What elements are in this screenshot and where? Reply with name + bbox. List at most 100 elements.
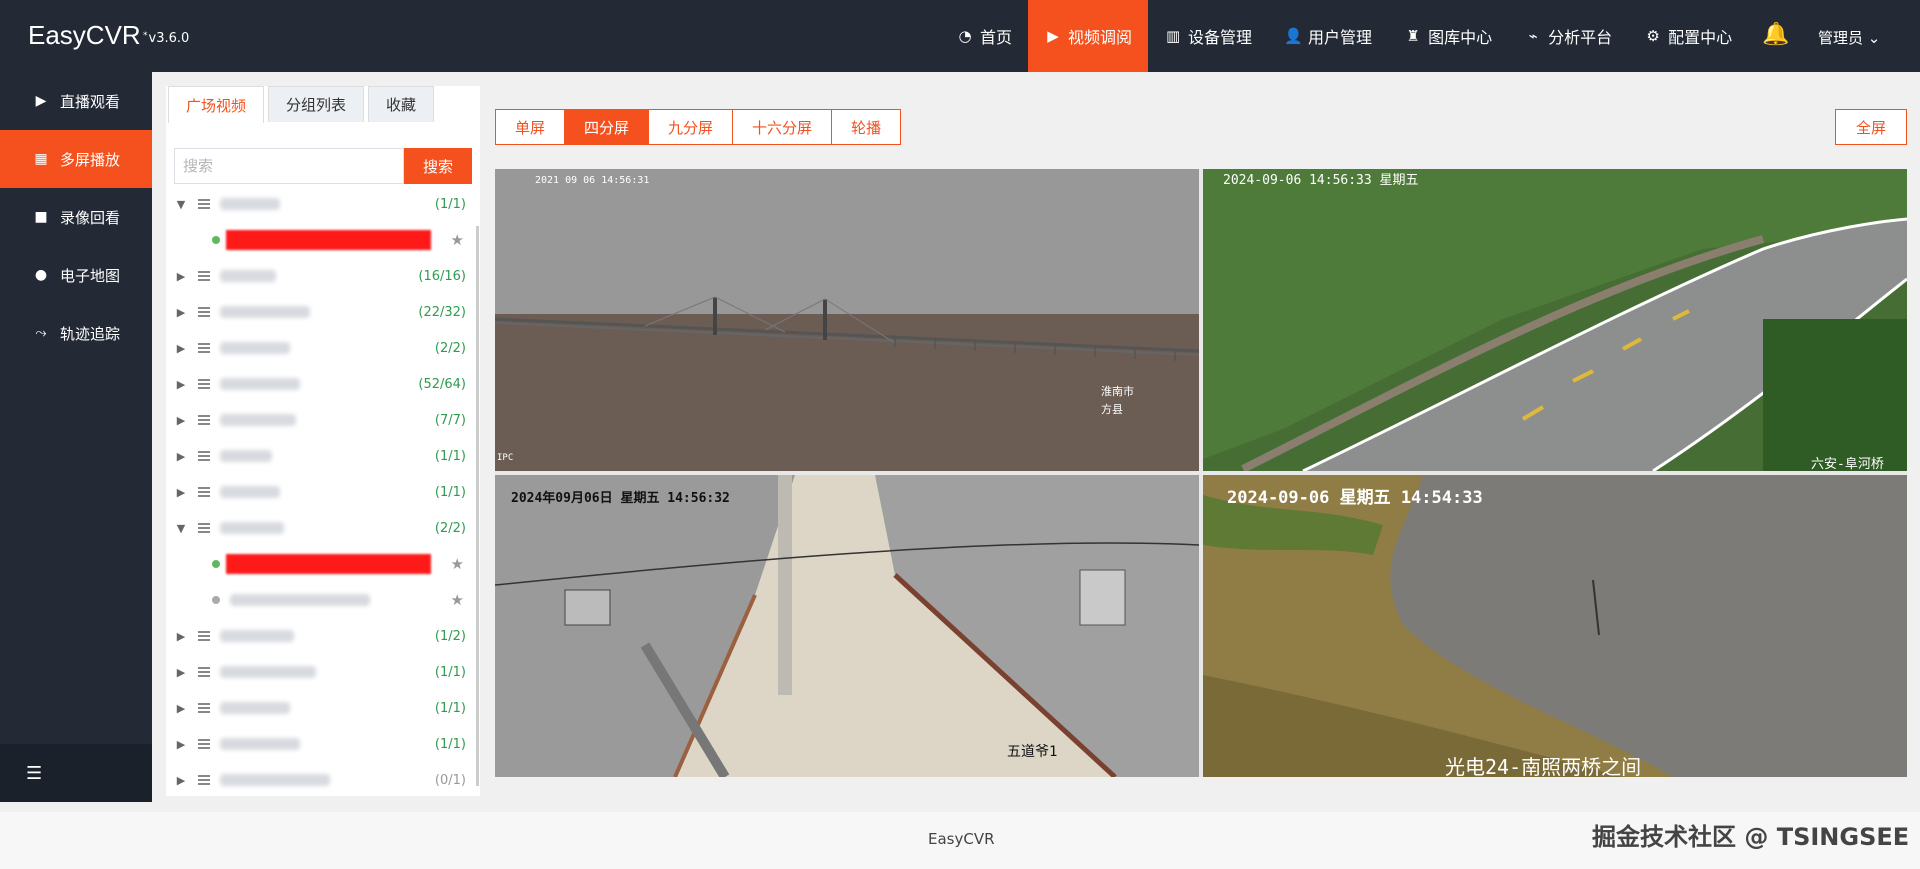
server-icon [198,775,210,785]
fullscreen-button[interactable]: 全屏 [1835,109,1907,145]
tree-node[interactable]: ▶ (1/2) [172,618,472,654]
tab-2[interactable]: 收藏 [368,86,435,122]
sidebar-item-1[interactable]: ▦ 多屏播放 [0,130,152,188]
sidebar-item-label: 电子地图 [60,266,121,285]
layout-button-2[interactable]: 九分屏 [649,109,734,145]
tree-node[interactable]: ▶ (52/64) [172,366,472,402]
search-button[interactable]: 搜索 [404,148,472,184]
redacted-channel-name [226,554,431,574]
nav-item-3[interactable]: 👤 用户管理 [1268,0,1388,72]
redacted-node-name [220,414,296,426]
tree-node[interactable]: ▶ (1/1) [172,690,472,726]
search-row: 搜索 [174,148,472,184]
sidebar-item-0[interactable]: ▶ 直播观看 [0,72,152,130]
nav-item-2[interactable]: ▥ 设备管理 [1148,0,1268,72]
caret-right-icon[interactable]: ▶ [172,342,190,355]
tree-node[interactable]: ▶ (1/1) [172,438,472,474]
user-menu[interactable]: 管理员 ⌄ [1818,27,1880,48]
caret-down-icon[interactable]: ▼ [172,522,190,535]
app-version: v3.6.0 [143,31,190,46]
tree-node[interactable]: ▼ (1/1) [172,186,472,222]
redacted-node-name [220,198,280,210]
cell-3-timestamp: 2024年09月06日 星期五 14:56:32 [511,491,730,506]
nav-item-4[interactable]: ♜ 图库中心 [1388,0,1508,72]
server-icon [198,379,210,389]
redacted-node-name [220,630,294,642]
star-icon[interactable]: ★ [451,231,464,249]
tree-node[interactable]: ▶ (2/2) [172,330,472,366]
tab-0[interactable]: 广场视频 [168,86,265,123]
sidebar-item-label: 录像回看 [60,208,121,227]
app-logo[interactable]: EasyCVR [28,20,141,51]
caret-right-icon[interactable]: ▶ [172,774,190,787]
nav-item-label: 视频调阅 [1068,28,1133,47]
redacted-node-name [220,378,300,390]
redacted-node-name [220,306,310,318]
camera-icon [212,236,220,244]
server-icon [198,631,210,641]
node-count: (2/2) [434,340,466,356]
star-icon[interactable]: ★ [451,555,464,573]
cell-1-caption-city: 淮南市 [1101,385,1134,398]
caret-right-icon[interactable]: ▶ [172,738,190,751]
layout-button-1[interactable]: 四分屏 [565,109,650,145]
caret-down-icon[interactable]: ▼ [172,198,190,211]
nav-item-0[interactable]: ◔ 首页 [940,0,1028,72]
nav-item-5[interactable]: ⌁ 分析平台 [1508,0,1628,72]
layout-switcher: 单屏 四分屏 九分屏 十六分屏 轮播 [495,109,902,145]
nav-item-label: 设备管理 [1188,28,1253,47]
tab-1[interactable]: 分组列表 [268,86,365,122]
sidebar-item-2[interactable]: ■ 录像回看 [0,188,152,246]
user-icon: 👤 [1284,27,1303,45]
tree-channel[interactable]: ★ [172,222,472,258]
redacted-node-name [220,702,290,714]
camera-icon [212,596,220,604]
caret-right-icon[interactable]: ▶ [172,414,190,427]
sidebar-item-4[interactable]: ⤳ 轨迹追踪 [0,304,152,362]
bell-icon[interactable]: 🔔 [1762,22,1789,47]
search-input[interactable] [174,148,404,184]
caret-right-icon[interactable]: ▶ [172,666,190,679]
server-icon [198,523,210,533]
caret-right-icon[interactable]: ▶ [172,450,190,463]
node-count: (1/1) [434,484,466,500]
layout-button-4[interactable]: 轮播 [832,109,902,145]
star-icon[interactable]: ★ [451,591,464,609]
tree-node[interactable]: ▶ (7/7) [172,402,472,438]
tree-scrollbar[interactable] [476,226,479,786]
tree-node[interactable]: ▼ (2/2) [172,510,472,546]
tree-node[interactable]: ▶ (22/32) [172,294,472,330]
layout-button-0[interactable]: 单屏 [495,109,566,145]
video-cell-4[interactable]: 2024-09-06 星期五 14:54:33 光电24-南照两桥之间 [1203,475,1907,777]
tree-node[interactable]: ▶ (16/16) [172,258,472,294]
tree-node[interactable]: ▶ (1/1) [172,726,472,762]
watermark: 掘金技术社区 @ TSINGSEE [1592,823,1910,851]
device-tree: ▼ (1/1) ★ ▶ (16/16) ▶ (22/32) ▶ (2/2) ▶ (52/64) ▶ (7… [172,186,472,798]
nav-item-1[interactable]: ▶ 视频调阅 [1028,0,1149,72]
nav-item-6[interactable]: ⚙ 配置中心 [1628,0,1748,72]
caret-right-icon[interactable]: ▶ [172,702,190,715]
chevron-down-icon: ⌄ [1867,29,1881,47]
video-cell-1[interactable]: 2021 09 06 14:56:31 淮南市 方县 IPC [495,169,1199,471]
video-cell-2[interactable]: 2024-09-06 14:56:33 星期五 六安-阜河桥 [1203,169,1907,471]
tree-node[interactable]: ▶ (0/1) [172,762,472,798]
cell-1-caption-county: 方县 [1101,403,1123,416]
caret-right-icon[interactable]: ▶ [172,630,190,643]
top-bar: EasyCVR v3.6.0 ◔ 首页 ▶ 视频调阅 ▥ 设备管理 👤 用户管理 ♜ 图库中心 ⌁ 分… [0,0,1920,72]
node-count: (1/1) [434,664,466,680]
video-cell-3[interactable]: 2024年09月06日 星期五 14:56:32 五道爷1 [495,475,1199,777]
caret-right-icon[interactable]: ▶ [172,378,190,391]
sidebar-item-3[interactable]: ● 电子地图 [0,246,152,304]
tree-node[interactable]: ▶ (1/1) [172,654,472,690]
caret-right-icon[interactable]: ▶ [172,486,190,499]
tree-channel[interactable]: ★ [172,546,472,582]
layout-button-3[interactable]: 十六分屏 [733,109,833,145]
tree-node[interactable]: ▶ (1/1) [172,474,472,510]
collapse-menu-icon[interactable]: ☰ [0,744,152,802]
cell-4-caption: 光电24-南照两桥之间 [1445,755,1642,777]
caret-right-icon[interactable]: ▶ [172,306,190,319]
caret-right-icon[interactable]: ▶ [172,270,190,283]
gear-icon: ⚙ [1646,27,1660,45]
tree-channel[interactable]: ★ [172,582,472,618]
nav-item-label: 用户管理 [1308,28,1373,47]
